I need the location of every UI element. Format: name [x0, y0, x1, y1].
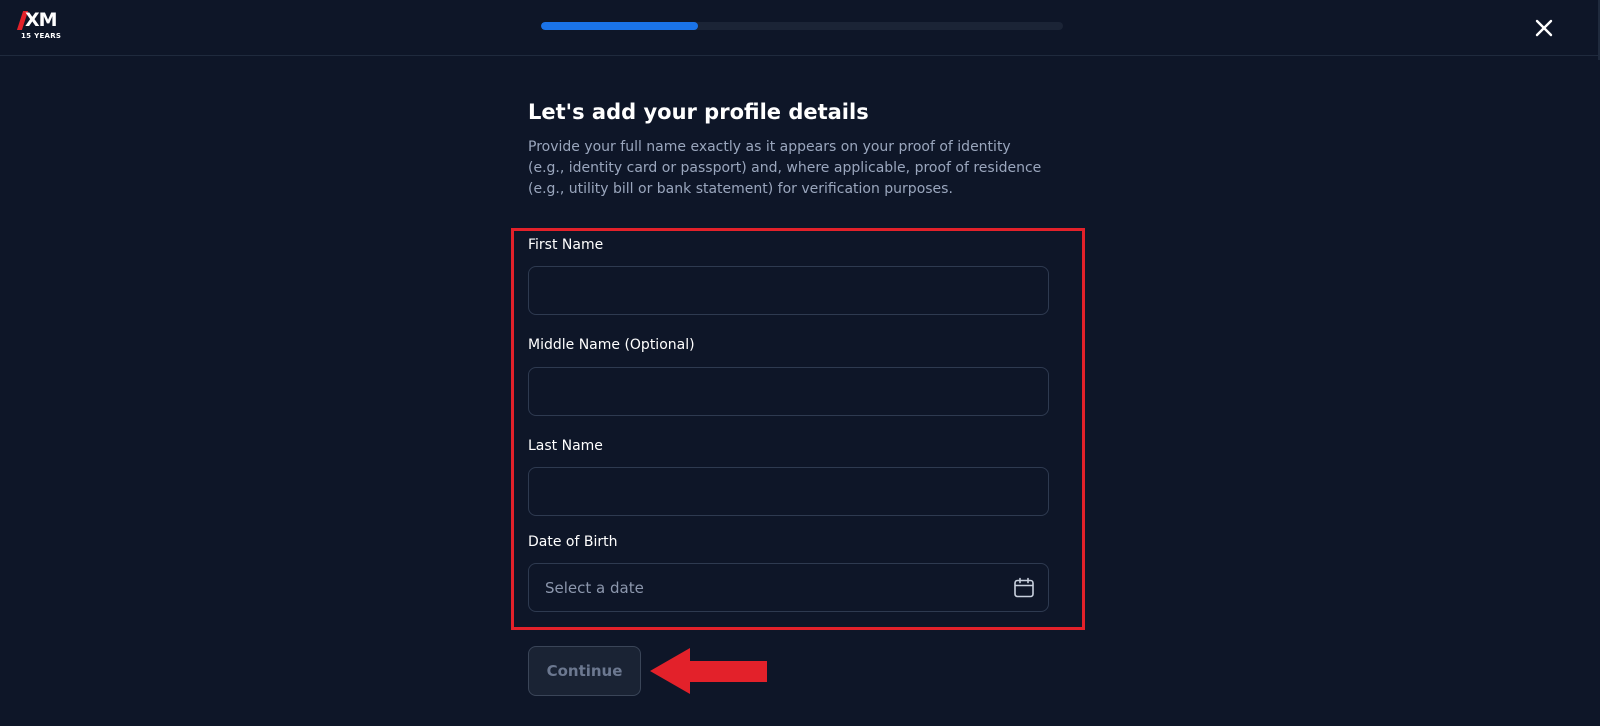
progress-bar — [541, 22, 1063, 30]
first-name-input[interactable] — [528, 266, 1049, 315]
logo-mark: XM — [16, 9, 65, 31]
logo-text: XM — [25, 9, 58, 31]
progress-fill — [541, 22, 698, 30]
date-of-birth-label: Date of Birth — [528, 534, 618, 550]
arrow-annotation — [648, 645, 768, 697]
middle-name-input[interactable] — [528, 367, 1049, 416]
date-of-birth-input[interactable] — [528, 563, 1049, 612]
middle-name-label: Middle Name (Optional) — [528, 337, 695, 353]
last-name-label: Last Name — [528, 438, 603, 454]
page-title: Let's add your profile details — [528, 100, 869, 124]
close-icon — [1535, 19, 1553, 37]
logo-subtitle: 15 YEARS — [21, 32, 62, 40]
xm-logo: XM 15 YEARS — [16, 9, 65, 43]
continue-button[interactable]: Continue — [528, 646, 641, 696]
top-bar: XM 15 YEARS — [0, 0, 1600, 60]
page-description: Provide your full name exactly as it app… — [528, 139, 1042, 197]
close-button[interactable] — [1530, 14, 1558, 42]
last-name-input[interactable] — [528, 467, 1049, 516]
calendar-icon[interactable] — [1012, 576, 1036, 600]
first-name-label: First Name — [528, 237, 604, 253]
